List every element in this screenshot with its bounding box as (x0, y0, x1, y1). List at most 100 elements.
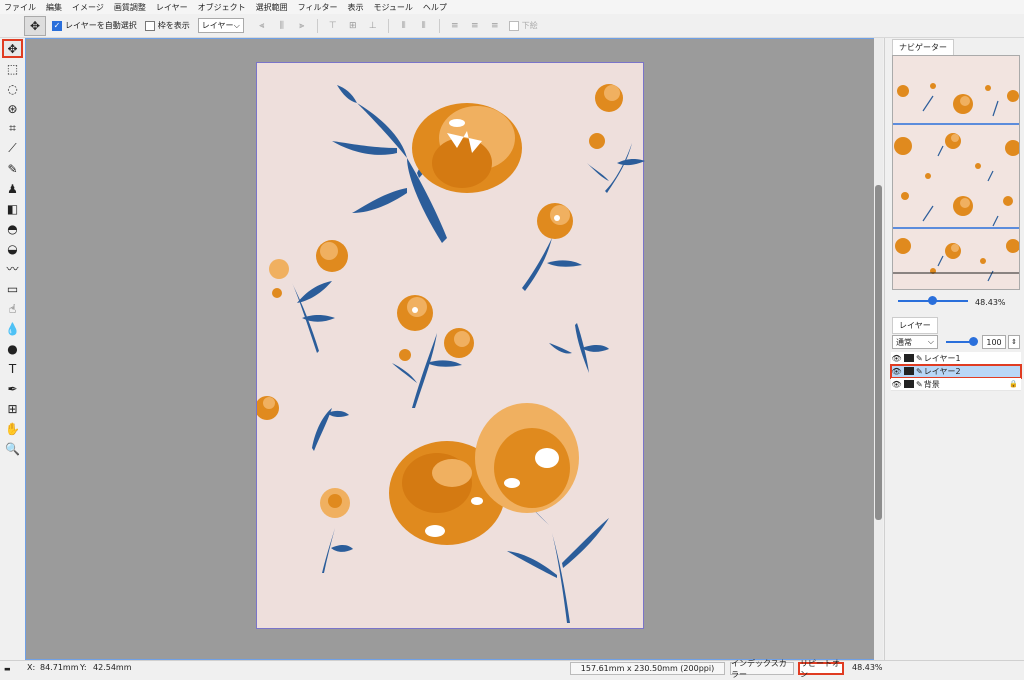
target-select-value: レイヤー (201, 21, 234, 30)
eyedropper-icon[interactable]: ⟋ (2, 139, 23, 158)
hand-icon[interactable]: ✋ (2, 419, 23, 438)
distribute-middle-icon[interactable]: ≡ (468, 20, 482, 32)
opacity-slider-handle[interactable] (969, 337, 978, 346)
bottom-layer-label: 下絵 (521, 21, 538, 30)
crop-icon[interactable]: ⌗ (2, 119, 23, 138)
magic-wand-icon[interactable]: ⊛ (2, 99, 23, 118)
brush-icon[interactable]: ✎ (2, 159, 23, 178)
opacity-stepper-icon[interactable]: ⇕ (1008, 335, 1020, 349)
menu-file[interactable]: ファイル (4, 2, 36, 13)
auto-select-checkbox[interactable]: ✓ レイヤーを自動選択 (52, 20, 137, 31)
shape-rect-icon[interactable]: ▭ (2, 279, 23, 298)
move-tool-option-icon[interactable]: ✥ (24, 15, 46, 36)
align-bottom-icon[interactable]: ⊥ (366, 20, 380, 32)
menu-edit[interactable]: 編集 (46, 2, 62, 13)
bottom-layer-checkbox[interactable]: 下絵 (508, 20, 538, 31)
align-top-icon[interactable]: ⊤ (326, 20, 340, 32)
tool-options-bar: ✥ ✓ レイヤーを自動選択 枠を表示 レイヤー ⌵ ⫷ ⫼ ⫸ ⊤ ⊞ ⊥ ⦀ … (0, 14, 1024, 38)
chevron-down-icon: ⌵ (927, 337, 934, 346)
distribute-center-icon[interactable]: ⦀ (417, 20, 431, 32)
status-bar: ▬ X: 84.71mm Y: 42.54mm 157.61mm x 230.5… (0, 659, 1024, 679)
pattern-icon[interactable]: 〰 (2, 259, 23, 278)
document-size: 157.61mm x 230.50mm (200ppi) (570, 662, 725, 675)
pen-icon: ✎ (916, 353, 923, 363)
lasso-icon[interactable]: ◌ (2, 79, 23, 98)
menu-adjust[interactable]: 画質調整 (114, 2, 146, 13)
menu-layer[interactable]: レイヤー (156, 2, 188, 13)
blend-mode-select[interactable]: 通常 ⌵ (892, 335, 938, 349)
layer-thumbnail (904, 380, 914, 388)
navigator-preview[interactable] (892, 55, 1020, 290)
repeat-on-button[interactable]: リピートオン (798, 659, 844, 679)
show-bounds-label: 枠を表示 (157, 21, 190, 30)
smudge-icon[interactable]: ☝ (2, 299, 23, 318)
menu-filter[interactable]: フィルター (298, 2, 338, 13)
index-color-button[interactable]: インデックスカラー (730, 659, 794, 679)
distribute-bottom-icon[interactable]: ≡ (488, 20, 502, 32)
layer-name: レイヤー2 (923, 366, 961, 376)
chevron-down-icon: ⌵ (233, 20, 240, 30)
layer-thumbnail (904, 367, 914, 375)
rect-select-icon[interactable]: ⬚ (2, 59, 23, 78)
layer-name: 背景 (923, 379, 940, 389)
checkbox-disabled-icon (508, 20, 519, 31)
eraser-icon[interactable]: ◧ (2, 199, 23, 218)
align-right-icon[interactable]: ⫸ (295, 20, 309, 32)
menu-image[interactable]: イメージ (72, 2, 104, 13)
fill-bucket-icon[interactable]: ◓ (2, 219, 23, 238)
align-left-icon[interactable]: ⫷ (255, 20, 269, 32)
y-value: 42.54mm (93, 663, 132, 672)
document-canvas[interactable] (255, 62, 645, 629)
show-bounds-checkbox[interactable]: 枠を表示 (144, 20, 190, 31)
y-label: Y: (80, 663, 87, 672)
tab-navigator[interactable]: ナビゲーター (892, 39, 954, 56)
floral-pattern-artwork (255, 84, 645, 623)
menu-selection[interactable]: 選択範囲 (256, 2, 288, 13)
transform-icon[interactable]: ⊞ (2, 399, 23, 418)
text-icon[interactable]: T (2, 359, 23, 378)
layer-row-active[interactable]: 👁 ✎ レイヤー2 (890, 364, 1022, 379)
stamp-icon[interactable]: ♟ (2, 179, 23, 198)
layer-row[interactable]: 👁 ✎ レイヤー1 (891, 352, 1021, 365)
pen-icon[interactable]: ✒ (2, 379, 23, 398)
pen-icon: ✎ (916, 366, 923, 376)
menu-module[interactable]: モジュール (373, 2, 412, 13)
x-value: 84.71mm (40, 663, 79, 672)
lock-icon: 🔒 (1009, 380, 1018, 388)
eye-icon[interactable]: 👁 (891, 367, 902, 376)
auto-select-label: レイヤーを自動選択 (65, 21, 137, 30)
blend-mode-value: 通常 (896, 337, 912, 347)
menu-help[interactable]: ヘルプ (423, 2, 447, 13)
layer-name: レイヤー1 (923, 353, 961, 363)
eye-icon[interactable]: 👁 (891, 380, 902, 389)
blur-drop-icon[interactable]: 💧 (2, 319, 23, 338)
layer-thumbnail (904, 354, 914, 362)
checkbox-unchecked-icon (144, 20, 155, 31)
target-select[interactable]: レイヤー ⌵ (197, 18, 244, 33)
navigator-zoom-value: 48.43% (975, 298, 1006, 307)
align-center-h-icon[interactable]: ⫼ (275, 20, 289, 32)
menu-object[interactable]: オブジェクト (198, 2, 246, 13)
move-tool-icon[interactable]: ✥ (2, 39, 23, 58)
layer-row[interactable]: 👁 ✎ 背景 🔒 (891, 378, 1021, 391)
divider (387, 18, 389, 33)
status-zoom: 48.43% (852, 663, 883, 672)
align-middle-v-icon[interactable]: ⊞ (346, 20, 360, 32)
zoom-slider-handle[interactable] (928, 296, 937, 305)
layer-list: 👁 ✎ レイヤー1 👁 ✎ レイヤー2 👁 ✎ 背景 🔒 (890, 352, 1022, 391)
menu-bar: ファイル 編集 イメージ 画質調整 レイヤー オブジェクト 選択範囲 フィルター… (0, 0, 1024, 14)
divider (316, 18, 318, 33)
toolbox: ✥ ⬚ ◌ ⊛ ⌗ ⟋ ✎ ♟ ◧ ◓ ◒ 〰 ▭ ☝ 💧 ● T ✒ ⊞ ✋ … (0, 38, 25, 660)
eye-icon[interactable]: 👁 (891, 354, 902, 363)
scrollbar-thumb[interactable] (875, 185, 882, 520)
zoom-icon[interactable]: 🔍 (2, 439, 23, 458)
navigator-thumbnail-artwork (893, 56, 1019, 289)
tab-layers[interactable]: レイヤー (892, 317, 938, 334)
distribute-h-icon[interactable]: ⦀ (397, 20, 411, 32)
opacity-input[interactable]: 100 (982, 335, 1006, 349)
dodge-icon[interactable]: ● (2, 339, 23, 358)
menu-view[interactable]: 表示 (347, 2, 363, 13)
gradient-fill-icon[interactable]: ◒ (2, 239, 23, 258)
ruler-icon: ▬ (4, 665, 11, 673)
distribute-top-icon[interactable]: ≡ (448, 20, 462, 32)
